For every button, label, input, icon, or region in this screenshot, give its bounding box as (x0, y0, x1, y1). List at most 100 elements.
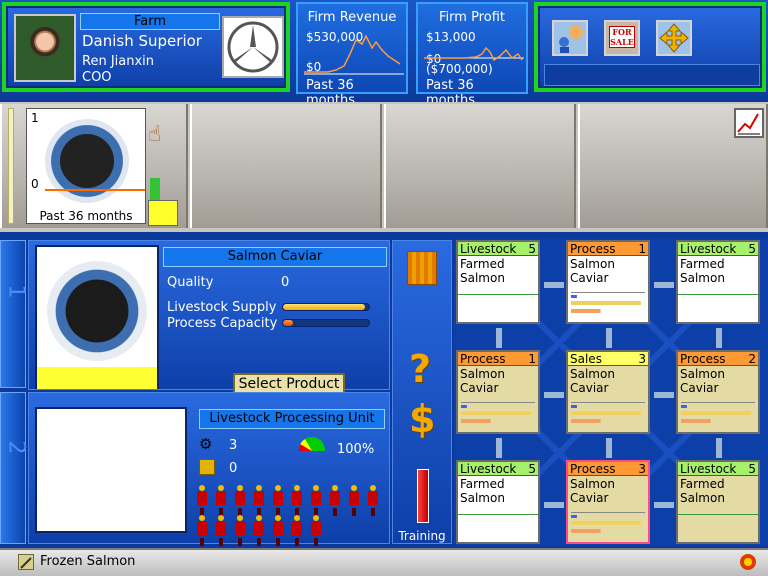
unit-image-box[interactable] (35, 407, 187, 533)
card-mini-bars (461, 402, 535, 432)
grid-unit-card[interactable]: Livestock 5 Farmed Salmon (676, 240, 760, 324)
book-stack-icon[interactable] (407, 251, 437, 285)
workers-icon: ⚙ (199, 435, 213, 453)
grid-unit-card[interactable]: Livestock 5 Farmed Salmon (676, 460, 760, 544)
card-count: 5 (528, 462, 536, 476)
toolbar-panel: FOR SALE (534, 2, 766, 92)
toolbar-info-bar (544, 64, 760, 86)
link-h (544, 502, 564, 508)
card-line-2: Caviar (680, 381, 719, 395)
grid-unit-card[interactable]: Livestock 5 Farmed Salmon (456, 460, 540, 544)
alert-icon[interactable] (740, 554, 756, 570)
card-line-1: Salmon (680, 367, 725, 381)
grid-unit-card[interactable]: Process 1 Salmon Caviar (456, 350, 540, 434)
grid-unit-card[interactable]: Process 3 Salmon Caviar (566, 460, 650, 544)
card-line-1: Farmed (460, 257, 505, 271)
card-header: Livestock 5 (678, 462, 758, 476)
move-arrows-icon[interactable] (656, 20, 692, 56)
caviar-image (47, 261, 147, 361)
training-label: Training (398, 529, 446, 543)
trainees-icon (199, 459, 215, 475)
card-body: Farmed Salmon (458, 476, 538, 506)
edit-icon[interactable] (18, 554, 34, 570)
card-body: Salmon Caviar (568, 256, 648, 286)
card-line-1: Farmed (680, 257, 725, 271)
card-count: 2 (748, 352, 756, 366)
strip-slot-4[interactable] (578, 104, 768, 228)
product-image-box[interactable] (35, 245, 159, 389)
profit-line (424, 46, 524, 62)
card-header: Livestock 5 (458, 462, 538, 476)
link-v (716, 328, 722, 348)
supply-label: Livestock Supply (167, 300, 277, 315)
strip-level-bar (8, 108, 14, 224)
card-divider (458, 514, 538, 515)
portrait-photo[interactable] (14, 14, 76, 82)
for-sale-sign-icon[interactable]: FOR SALE (604, 20, 640, 56)
strip-yellow-box (148, 200, 178, 226)
worker-figure-icon (309, 515, 323, 541)
worker-figure-icon (195, 515, 209, 541)
card-body: Salmon Caviar (678, 366, 758, 396)
card-type: Process (570, 242, 616, 256)
firm-label: Farm (80, 13, 220, 30)
finance-dollar-icon[interactable]: $ (409, 397, 435, 441)
efficiency-gauge-icon (299, 437, 325, 451)
grid-unit-card[interactable]: Process 2 Salmon Caviar (676, 350, 760, 434)
grid-unit-card[interactable]: Process 1 Salmon Caviar (566, 240, 650, 324)
side-tab-1-label: 1 (3, 284, 29, 299)
card-body: Farmed Salmon (678, 476, 758, 506)
card-type: Process (680, 352, 726, 366)
card-divider (678, 294, 758, 295)
capacity-bar (282, 319, 370, 327)
hand-pointer-icon[interactable]: ☝ (148, 122, 161, 147)
card-header: Process 1 (568, 242, 648, 256)
side-tab-1[interactable]: 1 (0, 240, 29, 388)
workers-value: 3 (229, 438, 238, 453)
card-line-1: Salmon (570, 257, 615, 271)
worker-figure-icon (271, 515, 285, 541)
for-sale-text: FOR SALE (609, 26, 635, 48)
people-icon[interactable] (552, 20, 588, 56)
card-type: Livestock (460, 242, 517, 256)
card-line-2: Caviar (570, 381, 609, 395)
card-count: 3 (638, 352, 646, 366)
card-body: Farmed Salmon (458, 256, 538, 286)
card-count: 5 (528, 242, 536, 256)
card-count: 5 (748, 242, 756, 256)
training-level-bar[interactable] (417, 469, 429, 523)
grid-unit-card[interactable]: Sales 3 Salmon Caviar (566, 350, 650, 434)
card-line-2: Salmon (680, 271, 725, 285)
link-h (654, 392, 674, 398)
link-v (716, 438, 722, 458)
card-body: Salmon Caviar (568, 366, 648, 396)
strip-slot-2[interactable] (190, 104, 382, 228)
strip-slot-1[interactable]: 1 0 Past 36 months ☝ (0, 104, 188, 228)
brand-logo-icon (227, 21, 279, 73)
product-chart-box[interactable]: 1 0 Past 36 months (26, 108, 146, 224)
worker-figure-icon (233, 485, 247, 511)
card-count: 1 (528, 352, 536, 366)
worker-figure-icon (252, 485, 266, 511)
card-divider (458, 294, 538, 295)
link-v (496, 328, 502, 348)
worker-figure-icon (290, 515, 304, 541)
worker-figure-icon (252, 515, 266, 541)
line-chart-icon[interactable] (734, 108, 764, 138)
mercedes-star-logo[interactable] (222, 16, 284, 78)
card-header: Livestock 5 (678, 242, 758, 256)
profit-title: Firm Profit (439, 10, 505, 25)
grid-unit-card[interactable]: Livestock 5 Farmed Salmon (456, 240, 540, 324)
strip-slot-3[interactable] (384, 104, 576, 228)
card-line-1: Farmed (680, 477, 725, 491)
card-type: Livestock (680, 242, 737, 256)
card-mini-bars (571, 512, 645, 542)
strip-trend-line (45, 189, 145, 191)
side-tab-2[interactable]: 2 (0, 392, 29, 544)
action-column: ? $ Training (392, 240, 452, 544)
worker-figure-icon (290, 485, 304, 511)
help-question-icon[interactable]: ? (409, 347, 431, 391)
firm-revenue-chart[interactable]: Firm Revenue $530,000 $0 Past 36 months (296, 2, 408, 108)
firm-profit-chart[interactable]: Firm Profit $13,000 $0 ($700,000) Past 3… (416, 2, 528, 108)
link-h (544, 282, 564, 288)
